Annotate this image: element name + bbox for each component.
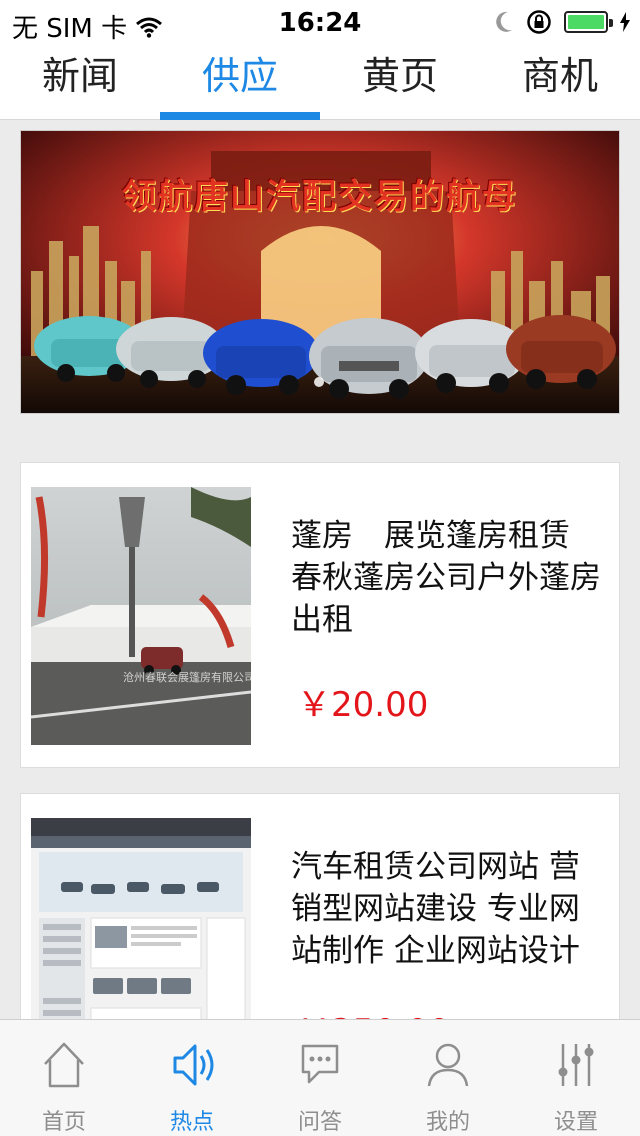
promo-banner[interactable]: 领航唐山汽配交易的航母 — [20, 130, 620, 414]
rotation-lock-icon — [527, 10, 551, 34]
home-icon — [44, 1042, 84, 1088]
category-tabs: 新闻 供应 黄页 商机 — [0, 44, 640, 120]
bottom-tab-label: 首页 — [41, 1110, 86, 1135]
bottom-tab-label: 设置 — [553, 1110, 598, 1135]
tab-yellow-pages[interactable]: 黄页 — [320, 44, 480, 119]
tab-supply[interactable]: 供应 — [160, 44, 320, 120]
carousel-indicator[interactable] — [314, 377, 324, 387]
bottom-tab-label: 热点 — [169, 1110, 214, 1135]
battery-fill — [568, 15, 604, 29]
bottom-tab-hotspot[interactable]: 热点 — [128, 1020, 256, 1136]
bottom-tab-mine[interactable]: 我的 — [384, 1020, 512, 1136]
bottom-tab-bar: 首页 热点 问答 我的 设置 — [0, 1019, 640, 1136]
tent-photo — [31, 487, 251, 745]
moon-icon — [496, 11, 512, 32]
chat-icon — [301, 1044, 339, 1084]
battery-icon — [564, 11, 613, 33]
settings-sliders-icon — [558, 1044, 594, 1086]
hotspot-icon — [173, 1044, 214, 1086]
bottom-tab-home[interactable]: 首页 — [0, 1020, 128, 1136]
bottom-tab-label: 我的 — [425, 1110, 470, 1135]
thumbnail-watermark: 沧州春联会展篷房有限公司 — [123, 671, 251, 684]
product-title: 蓬房 展览篷房租赁 春秋蓬房公司户外蓬房出租 — [291, 518, 601, 638]
status-icons — [494, 9, 630, 35]
tab-news[interactable]: 新闻 — [0, 44, 160, 119]
bottom-tab-qa[interactable]: 问答 — [256, 1020, 384, 1136]
charging-icon — [620, 12, 630, 32]
product-thumbnail: 沧州春联会展篷房有限公司 — [31, 487, 251, 745]
bottom-tab-label: 问答 — [297, 1110, 342, 1135]
product-title: 汽车租赁公司网站 营销型网站建设 专业网站制作 企业网站设计 — [291, 849, 580, 969]
product-card[interactable]: 沧州春联会展篷房有限公司 蓬房 展览篷房租赁 春秋蓬房公司户外蓬房出租 ￥20.… — [20, 462, 620, 768]
banner-title: 领航唐山汽配交易的航母 — [122, 177, 518, 217]
status-bar: 无 SIM 卡 16:24 — [0, 0, 640, 44]
bottom-tab-settings[interactable]: 设置 — [512, 1020, 640, 1136]
user-icon — [427, 1043, 469, 1087]
product-price: ￥20.00 — [297, 685, 429, 725]
tab-business-opportunities[interactable]: 商机 — [480, 44, 640, 119]
battery-tip — [609, 19, 613, 27]
app-screen: 无 SIM 卡 16:24 新闻 供应 黄页 商机 领航唐山汽配交易的航母 沧州… — [0, 0, 640, 1136]
